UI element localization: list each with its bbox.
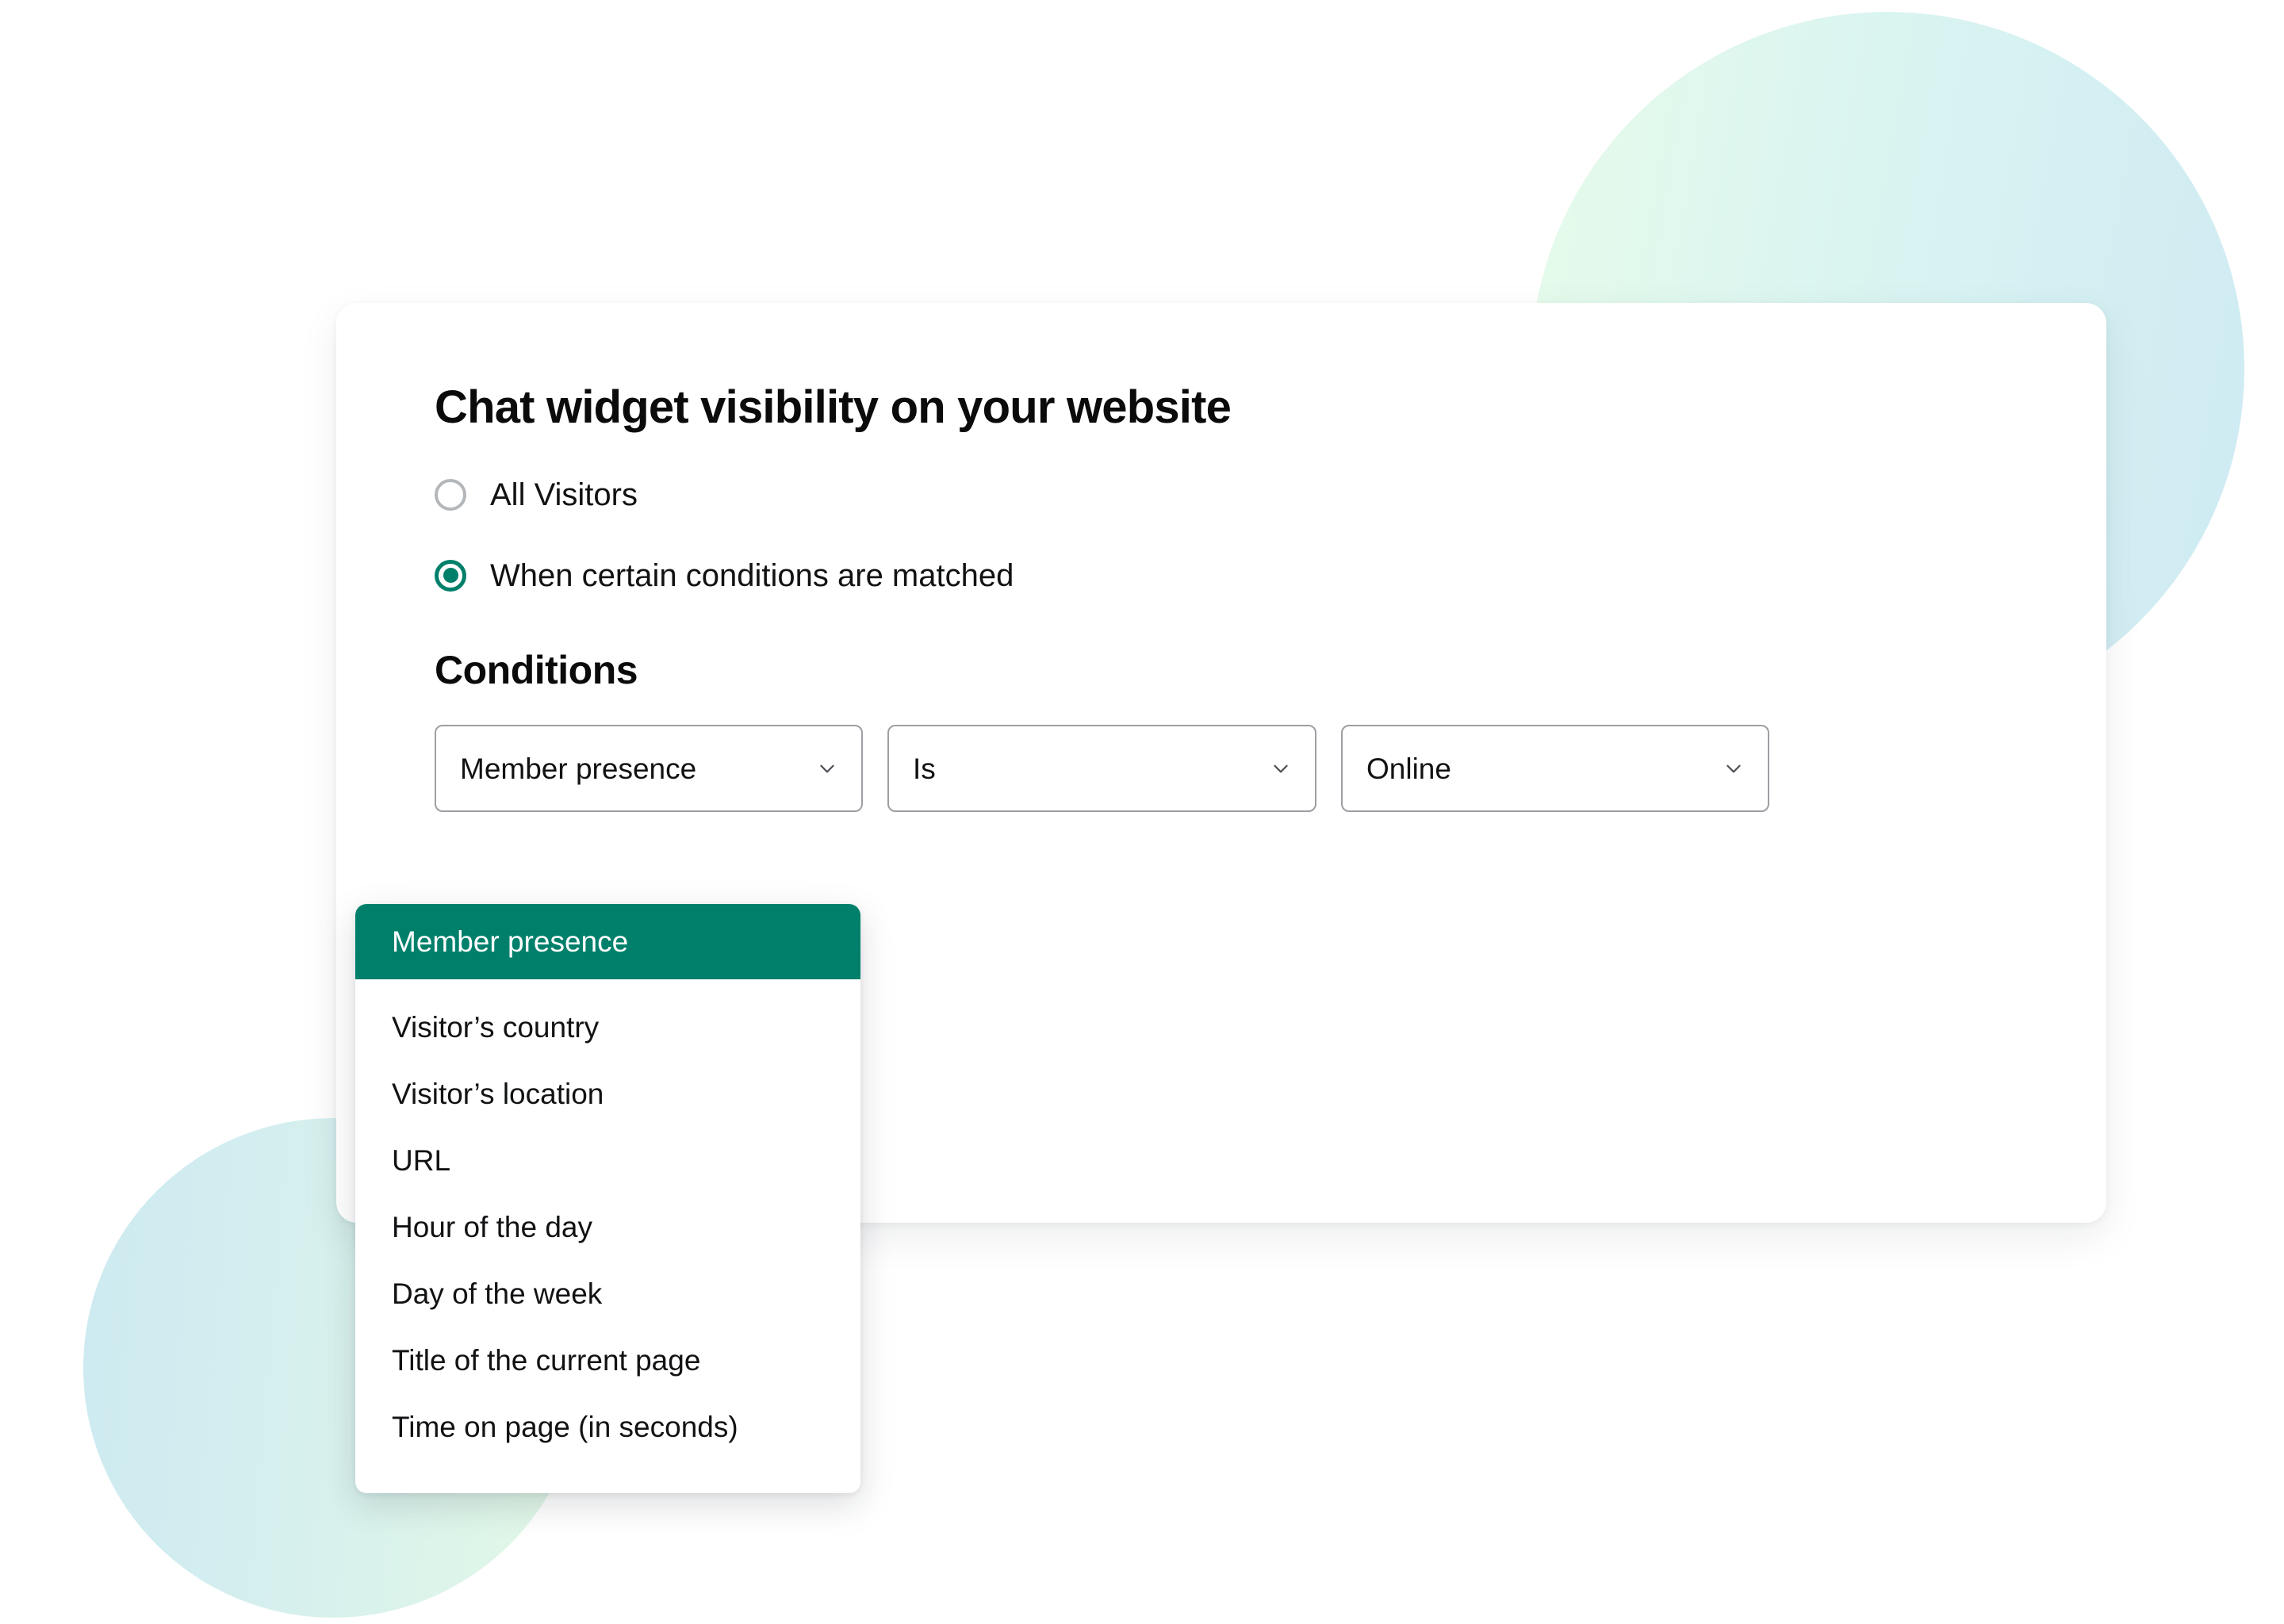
radio-circle-selected-icon <box>435 559 466 592</box>
card-content: Chat widget visibility on your website A… <box>435 381 2059 813</box>
page-title: Chat widget visibility on your website <box>435 381 1232 433</box>
conditions-section: Conditions Member presence Is Online <box>435 648 2059 813</box>
select-condition-field[interactable]: Member presence <box>435 725 863 813</box>
dropdown-item-day-of-the-week[interactable]: Day of the week <box>355 1260 860 1327</box>
select-condition-operator[interactable]: Is <box>887 725 1316 813</box>
radio-option-all-visitors[interactable]: All Visitors <box>435 470 2059 519</box>
conditions-row: Member presence Is Online <box>435 725 2059 813</box>
dropdown-item-title-of-current-page[interactable]: Title of the current page <box>355 1327 860 1393</box>
radio-circle-icon <box>435 478 466 511</box>
dropdown-item-hour-of-the-day[interactable]: Hour of the day <box>355 1193 860 1260</box>
conditions-heading: Conditions <box>435 647 638 692</box>
dropdown-item-url[interactable]: URL <box>355 1127 860 1193</box>
chevron-down-icon <box>817 758 837 779</box>
select-condition-value[interactable]: Online <box>1341 725 1769 813</box>
dropdown-item-visitors-country[interactable]: Visitor’s country <box>355 994 860 1060</box>
select-condition-value-value: Online <box>1366 752 1451 785</box>
chevron-down-icon <box>1270 758 1291 779</box>
visibility-radio-group: All Visitors When certain conditions are… <box>435 470 2059 600</box>
dropdown-item-visitors-location[interactable]: Visitor’s location <box>355 1060 860 1127</box>
radio-option-conditions[interactable]: When certain conditions are matched <box>435 551 2059 600</box>
condition-field-dropdown[interactable]: Member presence Visitor’s country Visito… <box>355 904 860 1493</box>
select-condition-operator-value: Is <box>913 752 936 785</box>
page-root: Chat widget visibility on your website A… <box>0 0 2284 1624</box>
dropdown-item-member-presence[interactable]: Member presence <box>355 904 860 979</box>
radio-label-conditions: When certain conditions are matched <box>490 557 1014 593</box>
radio-label-all-visitors: All Visitors <box>490 477 638 512</box>
dropdown-item-time-on-page[interactable]: Time on page (in seconds) <box>355 1393 860 1460</box>
chevron-down-icon <box>1723 758 1744 779</box>
select-condition-field-value: Member presence <box>460 752 697 785</box>
